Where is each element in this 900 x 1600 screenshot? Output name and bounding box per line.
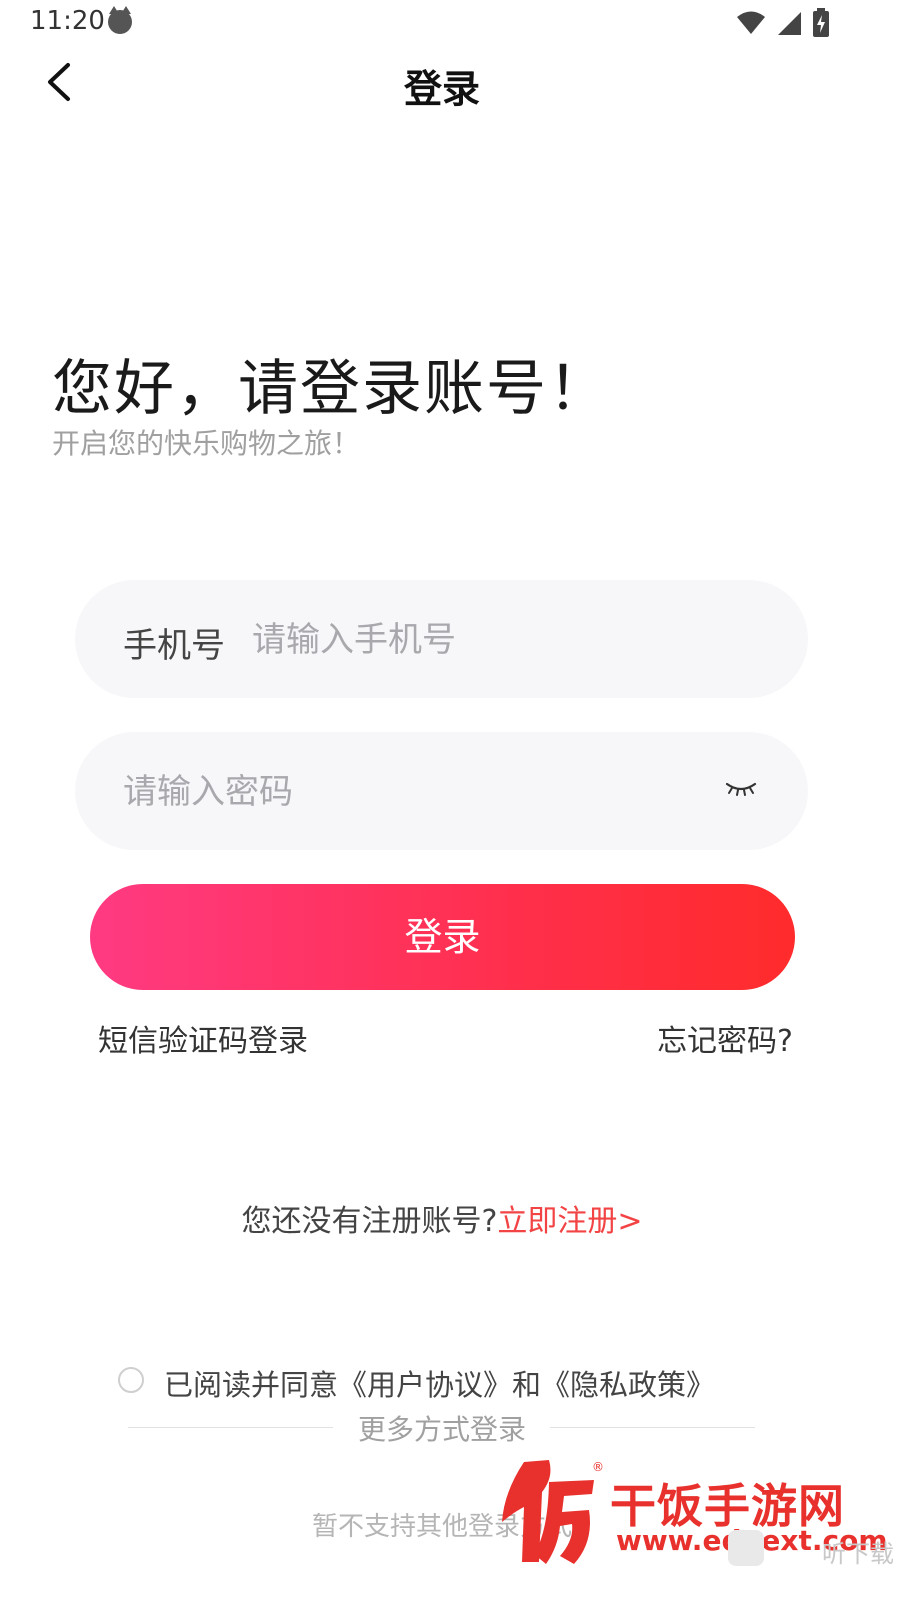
battery-charging-icon	[813, 8, 829, 37]
status-icons	[736, 8, 830, 38]
agreement-text[interactable]: 已阅读并同意《用户协议》和《隐私政策》	[164, 1362, 715, 1404]
greeting-title: 您好，请登录账号！	[52, 354, 610, 424]
login-button[interactable]: 登录	[90, 884, 795, 990]
status-time: 11:20	[30, 6, 105, 36]
sms-login-link[interactable]: 短信验证码登录	[98, 1016, 308, 1060]
register-row: 您还没有注册账号?立即注册>	[0, 1196, 884, 1240]
page-title: 登录	[403, 67, 480, 111]
wifi-icon	[737, 11, 765, 34]
phone-input[interactable]	[252, 612, 752, 668]
password-input[interactable]	[123, 764, 683, 820]
more-login-label: 更多方式登录	[357, 1413, 526, 1446]
register-question: 您还没有注册账号?	[241, 1204, 498, 1239]
phone-label: 手机号	[123, 626, 225, 666]
agreement-checkbox[interactable]	[118, 1367, 144, 1393]
watermark-corner-text: 听下载	[822, 1540, 894, 1568]
watermark-registered-mark: ®	[592, 1460, 604, 1474]
eye-closed-icon[interactable]	[724, 778, 758, 800]
forgot-password-link[interactable]: 忘记密码?	[657, 1016, 793, 1060]
register-link[interactable]: 立即注册>	[497, 1204, 642, 1239]
signal-icon	[778, 12, 801, 35]
greeting-subtitle: 开启您的快乐购物之旅！	[52, 427, 361, 460]
corner-download-icon	[728, 1530, 764, 1566]
watermark-logo-icon	[502, 1460, 594, 1564]
cat-notification-icon	[108, 6, 132, 34]
